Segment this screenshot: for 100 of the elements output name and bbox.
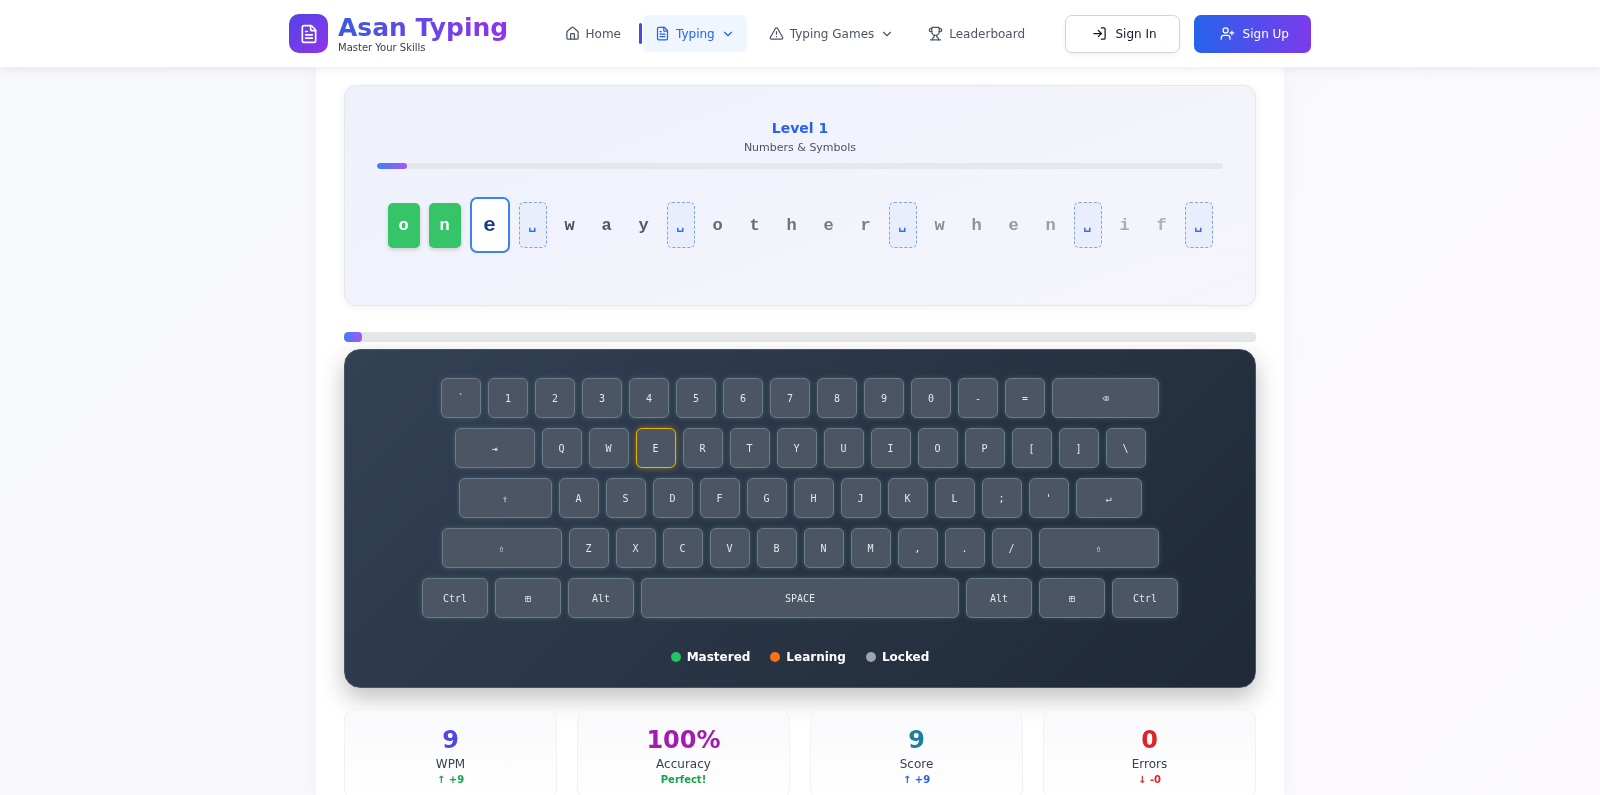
nav-link[interactable]: Home (552, 15, 633, 52)
keyboard-key: B (756, 528, 797, 568)
keyboard-key: Ctrl (1112, 578, 1178, 618)
legend-label: Mastered (686, 650, 751, 664)
space-marker: ␣ (888, 202, 917, 248)
stat-value: 0 (1141, 726, 1158, 754)
keyboard-key: ⇪ (458, 478, 552, 518)
text-character: o (711, 214, 724, 237)
home-icon (564, 26, 580, 41)
keyboard-key: K (887, 478, 928, 518)
stat-value: 9 (908, 726, 925, 754)
text-character: t (748, 214, 761, 237)
brand-title: Asan Typing (338, 14, 509, 42)
keyboard-key: ' (1028, 478, 1069, 518)
text-character: i (1118, 214, 1131, 237)
keyboard-key: 8 (817, 378, 857, 418)
stat-change: ↑ +9 (902, 774, 931, 785)
stat-label: Score (899, 757, 934, 771)
text-character: n (428, 202, 461, 248)
stat-value: 9 (442, 726, 459, 754)
keyboard-key: = (1005, 378, 1045, 418)
text-character: y (637, 214, 650, 237)
keyboard-key: T (729, 428, 770, 468)
nav-link[interactable]: Leaderboard (916, 15, 1038, 52)
keyboard-key: Z (568, 528, 609, 568)
sign-up-button[interactable]: Sign Up (1193, 14, 1311, 53)
keyboard-key: ` (441, 378, 481, 418)
keyboard-key: 4 (629, 378, 669, 418)
stat-label: WPM (435, 757, 466, 771)
trophy-icon (928, 26, 944, 41)
keyboard-key: F (699, 478, 740, 518)
keyboard-key: Y (776, 428, 817, 468)
keyboard-key: A (558, 478, 599, 518)
keyboard-key: ⇥ (454, 428, 535, 468)
warning-icon (768, 26, 784, 41)
login-icon (1092, 26, 1108, 41)
text-character: h (970, 214, 983, 237)
document-icon (655, 26, 670, 41)
keyboard-key: D (652, 478, 693, 518)
keyboard-key: W (588, 428, 629, 468)
keyboard-key: C (662, 528, 703, 568)
keyboard-key: M (850, 528, 891, 568)
keyboard-key: S (605, 478, 646, 518)
text-character: e (1007, 214, 1020, 237)
keyboard-key: 0 (911, 378, 951, 418)
keyboard-key: . (944, 528, 985, 568)
keyboard-key: ⇧ (441, 528, 562, 568)
keyboard-key: ; (981, 478, 1022, 518)
keyboard-key: Alt (568, 578, 634, 618)
keyboard-key: / (991, 528, 1032, 568)
keyboard-key: Alt (966, 578, 1032, 618)
keyboard-key: J (840, 478, 881, 518)
stat-label: Accuracy (656, 757, 711, 771)
text-character: e (469, 197, 510, 253)
keyboard-key: E (635, 428, 676, 468)
keyboard-key: 2 (535, 378, 575, 418)
text-character: e (822, 214, 835, 237)
text-character: n (1044, 214, 1057, 237)
keyboard-key: 7 (770, 378, 810, 418)
keyboard-key: ⌫ (1052, 378, 1159, 418)
space-marker: ␣ (1073, 202, 1102, 248)
keyboard-key: 1 (488, 378, 528, 418)
keyboard-key: ] (1058, 428, 1099, 468)
text-character: r (859, 214, 872, 237)
keyboard-key: ↵ (1075, 478, 1142, 518)
keyboard-key: X (615, 528, 656, 568)
keyboard-key: , (897, 528, 938, 568)
sign-in-button[interactable]: Sign In (1065, 14, 1180, 53)
keyboard-key: P (964, 428, 1005, 468)
keyboard-key: 6 (723, 378, 763, 418)
keyboard-key: Ctrl (422, 578, 488, 618)
keyboard-key: [ (1011, 428, 1052, 468)
logo-icon (289, 14, 328, 53)
keyboard-key: O (917, 428, 958, 468)
keyboard-key: N (803, 528, 844, 568)
stat-value: 100% (646, 726, 721, 754)
user-plus-icon (1219, 26, 1235, 41)
legend-label: Learning (786, 650, 846, 664)
brand-subtitle: Master Your Skills (338, 42, 427, 53)
keyboard-key: U (823, 428, 864, 468)
keyboard-key: 5 (676, 378, 716, 418)
keyboard-key: \ (1105, 428, 1146, 468)
keyboard-key: L (934, 478, 975, 518)
nav-link[interactable]: Typing Games (756, 15, 907, 52)
space-marker: ␣ (1184, 202, 1213, 248)
level-title: Level 1 (771, 120, 829, 136)
keyboard-key: ⊞ (1039, 578, 1105, 618)
stat-change: ↓ -0 (1138, 774, 1161, 785)
keyboard-key: - (958, 378, 998, 418)
level-subtitle: Numbers & Symbols (743, 141, 857, 154)
stat-label: Errors (1131, 757, 1168, 771)
text-character: w (563, 214, 576, 237)
stat-change: Perfect! (660, 774, 707, 785)
text-character: a (600, 214, 613, 237)
text-character: o (387, 202, 420, 248)
keyboard-key: G (746, 478, 787, 518)
keyboard-key: 3 (582, 378, 622, 418)
keyboard-key: H (793, 478, 834, 518)
keyboard-key: ⇧ (1038, 528, 1159, 568)
space-marker: ␣ (518, 202, 547, 248)
